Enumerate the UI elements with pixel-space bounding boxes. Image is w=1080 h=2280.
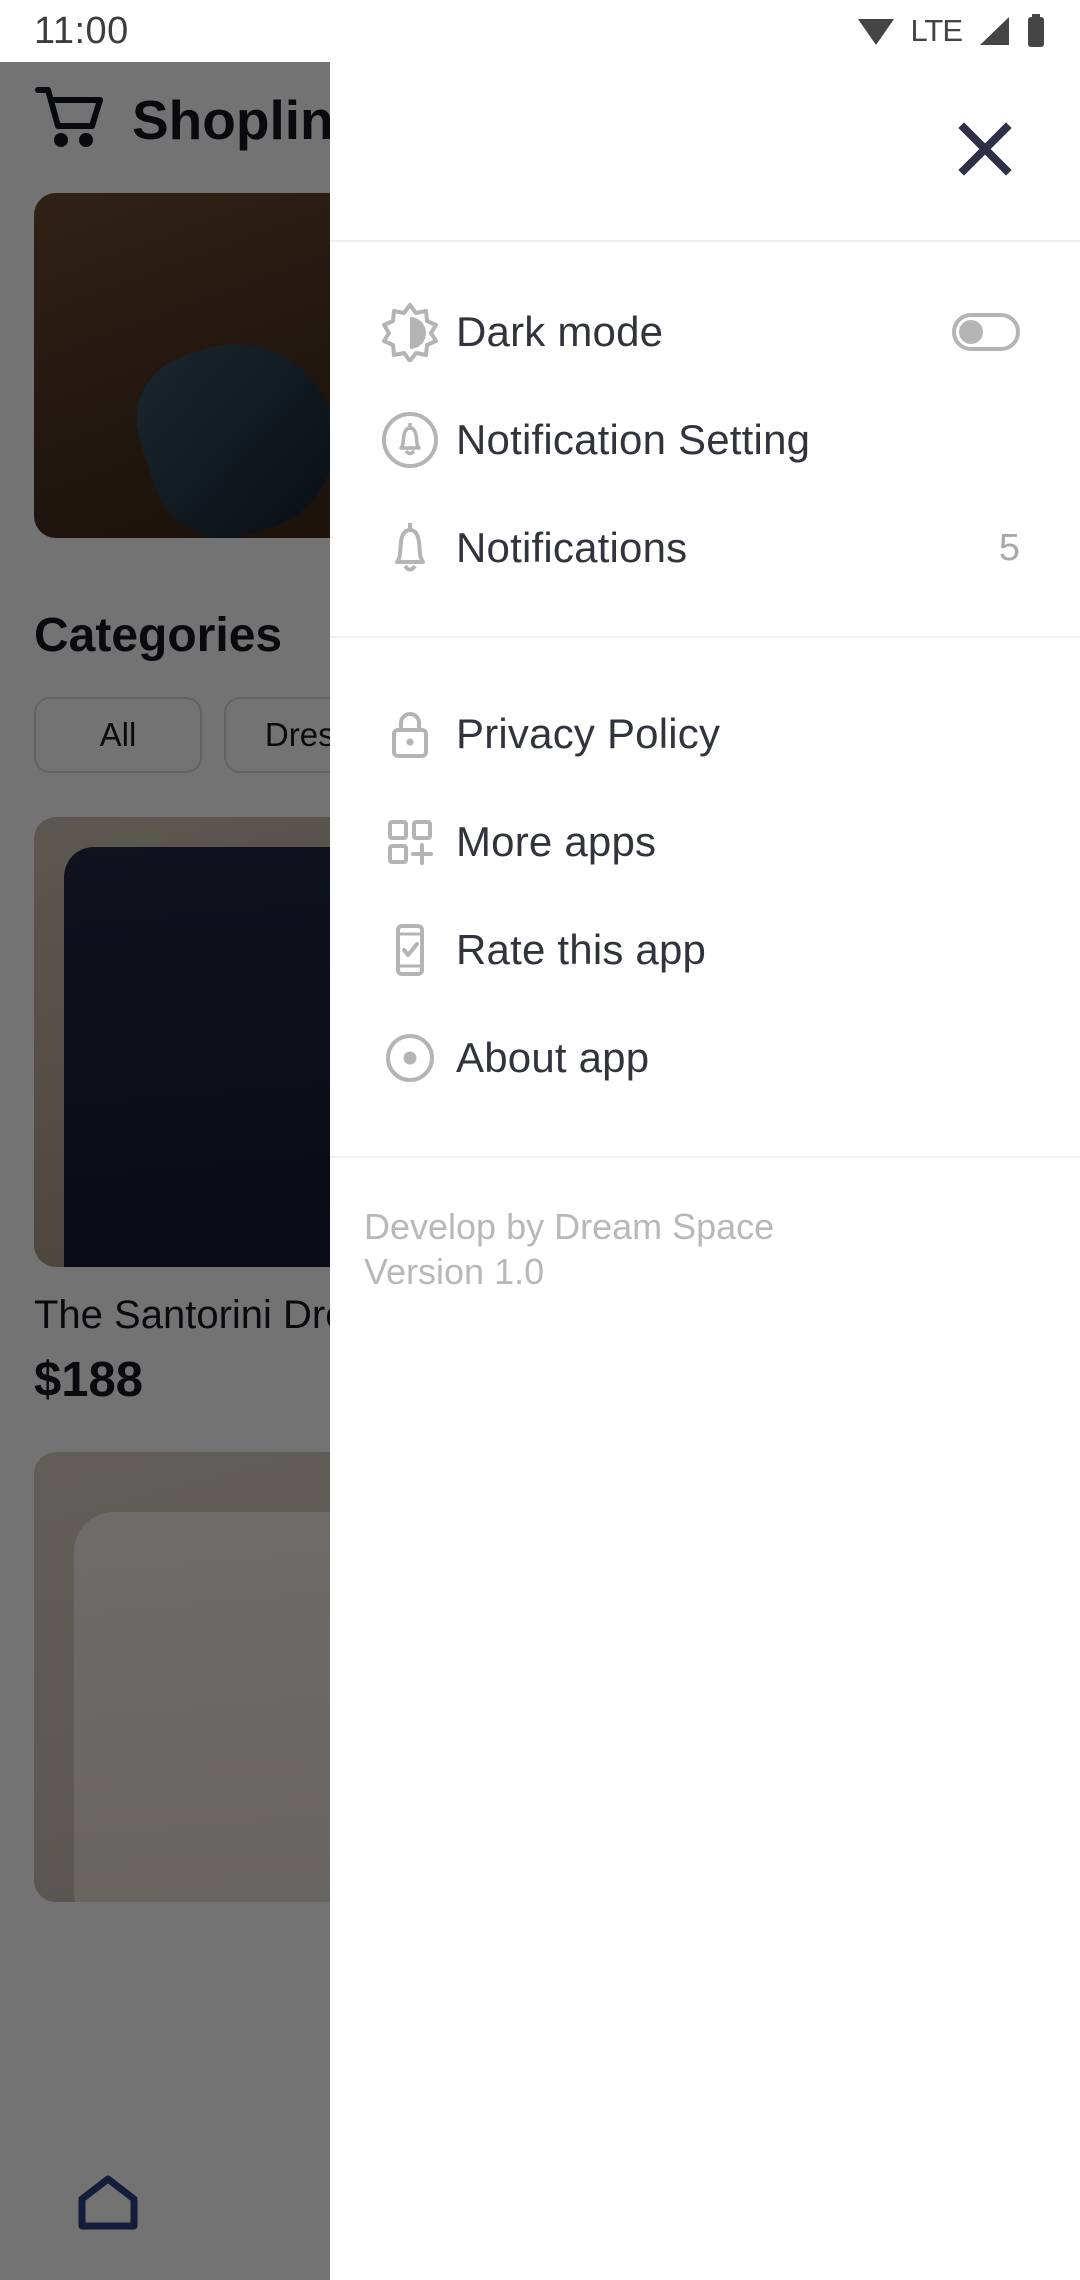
drawer-footer: Develop by Dream Space Version 1.0	[330, 1158, 1080, 1294]
drawer-item-label: About app	[456, 1034, 650, 1081]
bell-icon	[364, 518, 456, 578]
dark-mode-toggle[interactable]	[952, 313, 1020, 351]
navigation-drawer: Dark mode Notification Setting Notificat…	[330, 62, 1080, 2280]
brightness-icon	[364, 302, 456, 362]
network-type-label: LTE	[910, 13, 963, 48]
drawer-item-dark-mode[interactable]: Dark mode	[330, 278, 1080, 386]
drawer-group-about: Privacy Policy More apps Rate this app A…	[330, 636, 1080, 1158]
status-bar: 11:00 LTE	[0, 0, 1080, 62]
drawer-item-about-app[interactable]: About app	[330, 1004, 1080, 1112]
drawer-item-label: Rate this app	[456, 926, 707, 973]
drawer-header	[330, 62, 1080, 242]
drawer-item-notifications[interactable]: Notifications 5	[330, 494, 1080, 602]
drawer-item-label: Privacy Policy	[456, 710, 721, 757]
info-circle-icon	[364, 1028, 456, 1088]
status-time: 11:00	[34, 9, 129, 52]
signal-icon	[976, 15, 1012, 47]
drawer-item-label: More apps	[456, 818, 657, 865]
close-button[interactable]	[950, 116, 1020, 186]
developer-credit: Develop by Dream Space	[364, 1206, 775, 1247]
app-version: Version 1.0	[364, 1251, 545, 1292]
drawer-item-label: Notifications	[456, 524, 688, 571]
drawer-item-label: Dark mode	[456, 308, 664, 355]
close-icon	[957, 121, 1013, 182]
drawer-item-label: Notification Setting	[456, 416, 811, 463]
drawer-item-rate-this-app[interactable]: Rate this app	[330, 896, 1080, 1004]
notification-count-badge: 5	[998, 526, 1020, 569]
lock-icon	[364, 704, 456, 764]
phone-check-icon	[364, 920, 456, 980]
wifi-icon	[856, 15, 896, 47]
drawer-item-more-apps[interactable]: More apps	[330, 788, 1080, 896]
grid-plus-icon	[364, 812, 456, 872]
drawer-item-privacy-policy[interactable]: Privacy Policy	[330, 680, 1080, 788]
battery-icon	[1026, 14, 1046, 48]
drawer-group-settings: Dark mode Notification Setting Notificat…	[330, 242, 1080, 636]
toggle-knob	[959, 320, 983, 344]
status-icon-group: LTE	[856, 13, 1046, 49]
notification-setting-icon	[364, 410, 456, 470]
drawer-item-notification-setting[interactable]: Notification Setting	[330, 386, 1080, 494]
drawer-scrim[interactable]	[0, 62, 330, 2280]
